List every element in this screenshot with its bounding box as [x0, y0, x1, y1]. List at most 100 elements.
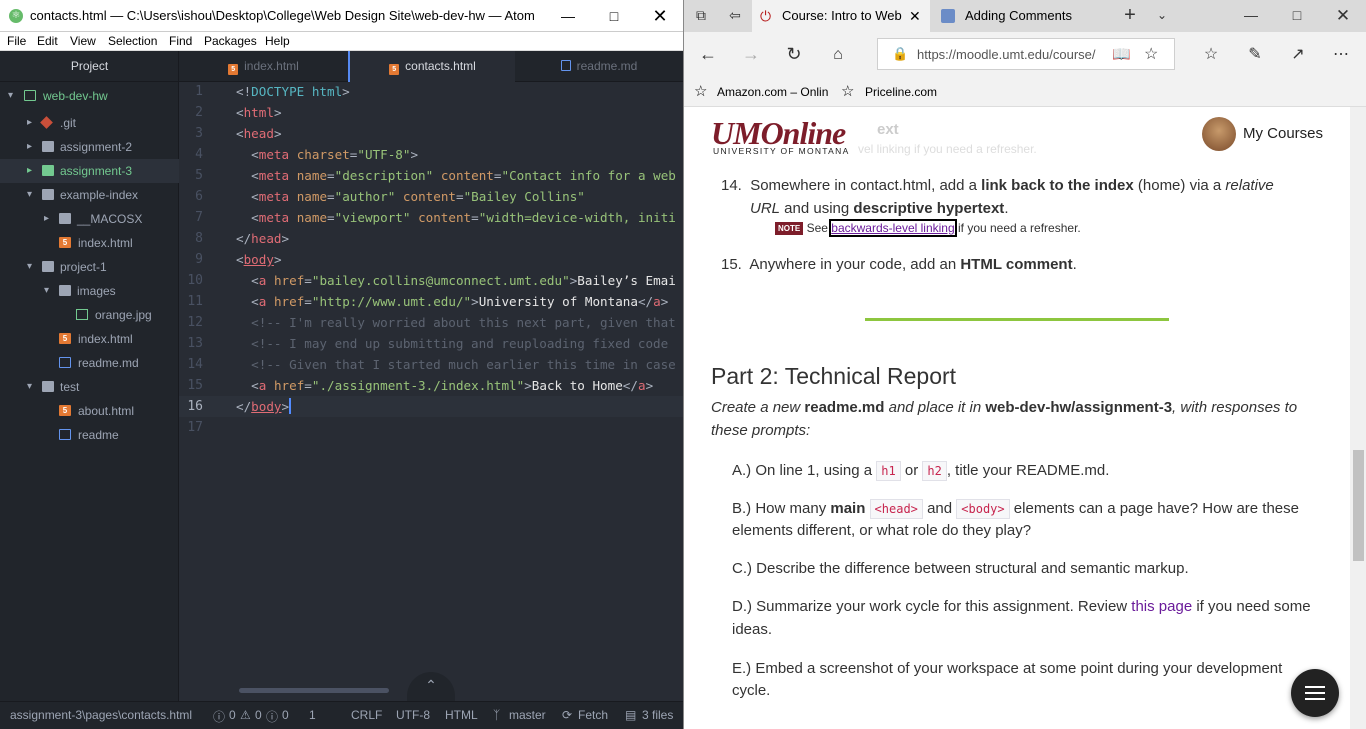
- markdown-icon: [59, 429, 71, 440]
- line-number: 10: [187, 273, 203, 288]
- code-line-2: <html>: [236, 105, 282, 120]
- diagnostics-info-icon[interactable]: ⓘ: [266, 708, 278, 725]
- folder-open-icon: [42, 261, 54, 272]
- tab-adding-comments[interactable]: Adding Comments: [931, 0, 1111, 32]
- line-number: 7: [195, 210, 203, 225]
- tree-item-index-html[interactable]: 5 index.html: [0, 231, 179, 255]
- status-changed-files[interactable]: 3 files: [642, 708, 673, 722]
- line-number: 16: [187, 399, 203, 414]
- line-number: 8: [195, 231, 203, 246]
- tree-item-about-html[interactable]: 5 about.html: [0, 399, 179, 423]
- horizontal-scrollbar[interactable]: [239, 688, 389, 693]
- reading-view-icon[interactable]: 📖: [1112, 45, 1131, 63]
- status-line-ending[interactable]: CRLF: [351, 708, 382, 722]
- html5-icon: 5: [59, 237, 71, 248]
- panel-toggle-chevron-up-icon[interactable]: ⌃: [407, 672, 455, 701]
- web-note-pen-icon[interactable]: ✎: [1235, 32, 1275, 77]
- menu-find[interactable]: Find: [169, 34, 192, 48]
- hamburger-menu-button[interactable]: [1291, 669, 1339, 717]
- tab-index-html[interactable]: 5 index.html: [179, 51, 348, 82]
- tree-item-readme[interactable]: readme: [0, 423, 179, 447]
- tree-item-root[interactable]: ▾ web-dev-hw: [0, 84, 179, 108]
- menu-edit[interactable]: Edit: [37, 34, 58, 48]
- avatar[interactable]: [1202, 117, 1236, 151]
- menu-packages[interactable]: Packages: [204, 34, 257, 48]
- home-icon[interactable]: ⌂: [818, 32, 858, 77]
- forward-arrow-icon[interactable]: →: [731, 32, 771, 77]
- my-courses-link[interactable]: My Courses: [1243, 125, 1323, 142]
- code-line-11: <a href="http://www.umt.edu/">University…: [251, 294, 669, 309]
- status-infos[interactable]: 0: [282, 708, 289, 722]
- tab-readme-md[interactable]: readme.md: [515, 51, 683, 82]
- menu-selection[interactable]: Selection: [108, 34, 157, 48]
- line-number: 6: [195, 189, 203, 204]
- tree-item-git[interactable]: ▸ .git: [0, 111, 179, 135]
- favorite-star-icon: ☆: [841, 83, 855, 100]
- code-line-12: <!-- I'm really worried about this next …: [251, 315, 676, 330]
- edge-window: ⧉ ⇦ ⏻ Course: Intro to Web ✕ Adding Comm…: [683, 0, 1366, 729]
- favorites-hub-icon[interactable]: ☆: [1191, 32, 1231, 77]
- tree-item-macosx[interactable]: ▸ __MACOSX: [0, 207, 179, 231]
- status-fetch[interactable]: Fetch: [578, 708, 608, 722]
- status-cursor-position[interactable]: 1: [309, 708, 316, 722]
- minimize-button[interactable]: —: [545, 0, 591, 32]
- tree-item-index-html[interactable]: 5 index.html: [0, 327, 179, 351]
- tree-item-orange-jpg[interactable]: orange.jpg: [0, 303, 179, 327]
- section-divider: [865, 318, 1169, 321]
- share-icon[interactable]: ↗: [1278, 32, 1318, 77]
- tree-item-assignment-3[interactable]: ▸ assignment-3: [0, 159, 179, 183]
- menu-help[interactable]: Help: [265, 34, 290, 48]
- code-line-16: </body>: [236, 398, 292, 414]
- line-number: 17: [187, 420, 203, 435]
- page-scrollbar[interactable]: [1350, 107, 1366, 729]
- code-editor[interactable]: 1 2 3 4 5 6 7 8 9 10 11 12 13 14 15 16 17 <!DOCTYPE html…: [179, 82, 683, 701]
- folder-icon: [59, 213, 71, 224]
- diagnostics-error-icon[interactable]: ⓘ: [213, 708, 225, 725]
- status-bar: assignment-3\pages\contacts.html ⓘ 0 ⚠ 0…: [0, 701, 683, 729]
- favorite-amazon[interactable]: Amazon.com – Onlin: [717, 85, 830, 99]
- atom-logo-icon: ⚛: [9, 9, 23, 23]
- code-line-1: <!DOCTYPE html>: [236, 84, 350, 99]
- navigation-bar: ← → ↻ ⌂ 🔒 https://moodle.umt.edu/course/…: [684, 32, 1366, 77]
- scrollbar-thumb[interactable]: [1353, 450, 1364, 561]
- tree-item-example-index[interactable]: ▾ example-index: [0, 183, 179, 207]
- favorite-star-icon: ☆: [694, 83, 708, 100]
- tree-item-assignment-2[interactable]: ▸ assignment-2: [0, 135, 179, 159]
- close-button[interactable]: ✕: [637, 0, 683, 32]
- code-line-15: <a href="./assignment-3./index.html">Bac…: [251, 378, 654, 393]
- line-number: 12: [187, 315, 203, 330]
- this-page-link[interactable]: this page: [1131, 598, 1192, 615]
- tab-course-intro-to-web[interactable]: ⏻ Course: Intro to Web ✕: [752, 0, 930, 32]
- note-badge: NOTE: [775, 222, 804, 235]
- tree-item-test[interactable]: ▾ test: [0, 375, 179, 399]
- more-ellipsis-icon[interactable]: ⋯: [1321, 32, 1361, 77]
- diagnostics-warning-icon[interactable]: ⚠: [240, 708, 251, 722]
- refresh-icon[interactable]: ↻: [774, 32, 814, 77]
- address-bar[interactable]: 🔒 https://moodle.umt.edu/course/ 📖 ☆: [877, 38, 1175, 70]
- favorite-priceline[interactable]: Priceline.com: [865, 85, 937, 99]
- maximize-button[interactable]: □: [591, 0, 637, 32]
- status-encoding[interactable]: UTF-8: [396, 708, 430, 722]
- status-errors[interactable]: 0: [229, 708, 236, 722]
- backwards-linking-link[interactable]: backwards-level linking: [829, 219, 957, 237]
- tab-contacts-html[interactable]: 5 contacts.html: [348, 51, 515, 82]
- favorite-star-icon[interactable]: ☆: [1144, 44, 1158, 64]
- status-warnings[interactable]: 0: [255, 708, 262, 722]
- status-git-branch[interactable]: master: [509, 708, 546, 722]
- prompt-d: D.) Summarize your work cycle for this a…: [732, 598, 1311, 615]
- tree-item-project-1[interactable]: ▾ project-1: [0, 255, 179, 279]
- menu-file[interactable]: File: [7, 34, 26, 48]
- umonline-logo[interactable]: UMOnline UNIVERSITY OF MONTANA: [711, 115, 871, 157]
- menu-view[interactable]: View: [70, 34, 96, 48]
- git-icon: [40, 116, 53, 129]
- tab-close-icon[interactable]: ✕: [909, 0, 921, 32]
- status-file-path[interactable]: assignment-3\pages\contacts.html: [10, 708, 192, 722]
- line-number: 2: [195, 105, 203, 120]
- back-arrow-icon[interactable]: ←: [688, 32, 728, 77]
- ghost-text: vel linking if you need a refresher.: [858, 142, 1037, 156]
- line-number: 4: [195, 147, 203, 162]
- tree-item-images[interactable]: ▾ images: [0, 279, 179, 303]
- status-grammar[interactable]: HTML: [445, 708, 478, 722]
- folder-icon: [42, 141, 54, 152]
- tree-item-readme-md[interactable]: readme.md: [0, 351, 179, 375]
